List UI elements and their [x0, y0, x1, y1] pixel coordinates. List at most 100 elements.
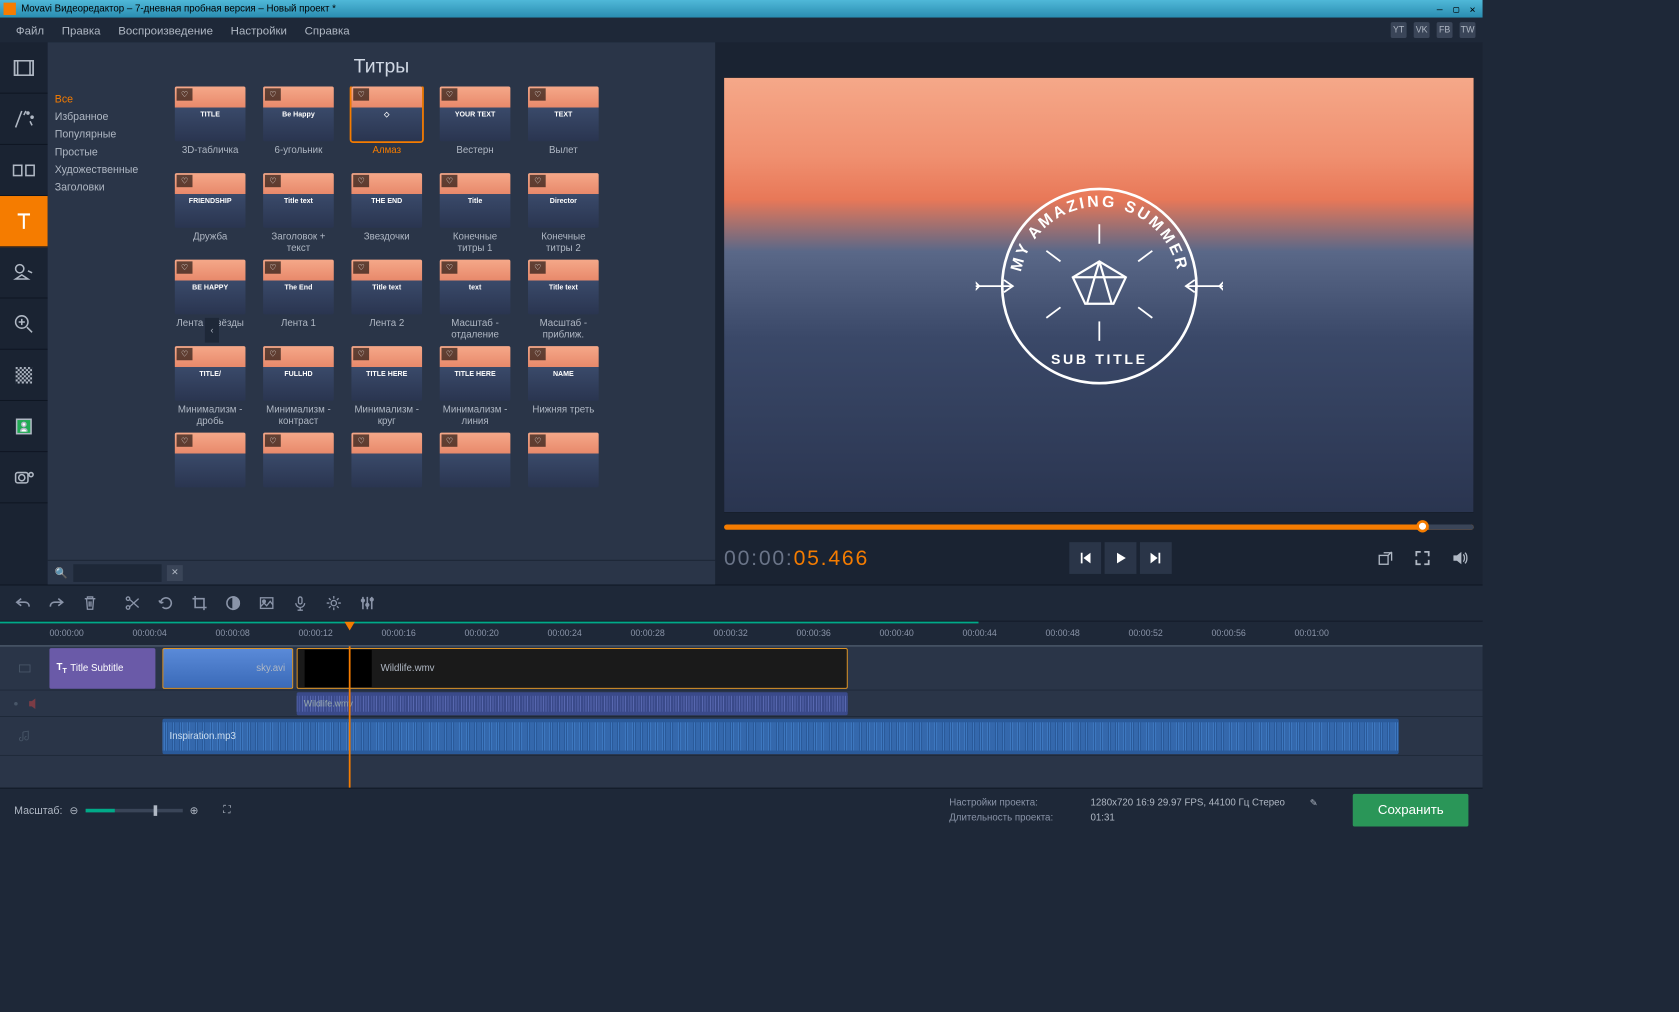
volume-icon[interactable] — [1445, 544, 1473, 572]
title-preset[interactable]: ♡ — [263, 433, 334, 514]
menu-help[interactable]: Справка — [296, 20, 359, 40]
fullscreen-icon[interactable] — [1408, 544, 1436, 572]
title-preset[interactable]: ♡Title textЛента 2 — [351, 260, 422, 341]
menu-file[interactable]: Файл — [7, 20, 53, 40]
tool-zoom[interactable] — [0, 298, 48, 349]
favorite-icon[interactable]: ♡ — [177, 261, 193, 273]
favorite-icon[interactable]: ♡ — [265, 88, 281, 100]
detach-icon[interactable] — [1371, 544, 1399, 572]
tool-media[interactable] — [0, 42, 48, 93]
cat-artistic[interactable]: Художественные — [55, 161, 163, 179]
split-button[interactable] — [117, 587, 149, 619]
cat-popular[interactable]: Популярные — [55, 125, 163, 143]
menu-settings[interactable]: Настройки — [222, 20, 296, 40]
favorite-icon[interactable]: ♡ — [265, 434, 281, 446]
title-preset[interactable]: ♡TitleКонечные титры 1 — [440, 173, 511, 254]
title-preset[interactable]: ♡Title textМасштаб - приближ. — [528, 260, 599, 341]
zoom-slider[interactable] — [85, 808, 182, 812]
social-fb-icon[interactable]: FB — [1437, 22, 1453, 38]
search-clear-icon[interactable]: ✕ — [167, 565, 183, 581]
video-clip-wildlife[interactable]: Wildlife.wmv — [297, 648, 848, 689]
collapse-categories-icon[interactable]: ‹ — [205, 318, 219, 343]
crop-button[interactable] — [184, 587, 216, 619]
favorite-icon[interactable]: ♡ — [353, 348, 369, 360]
edit-settings-icon[interactable]: ✎ — [1310, 797, 1318, 808]
cat-all[interactable]: Все — [55, 90, 163, 108]
redo-button[interactable] — [41, 587, 73, 619]
title-preset[interactable]: ♡TITLE HEREМинимализм - линия — [440, 346, 511, 427]
favorite-icon[interactable]: ♡ — [265, 261, 281, 273]
tool-highlight[interactable] — [0, 350, 48, 401]
tool-stickers[interactable] — [0, 247, 48, 298]
title-preset[interactable]: ♡ — [440, 433, 511, 514]
close-button[interactable]: ✕ — [1470, 3, 1476, 14]
next-button[interactable] — [1140, 542, 1172, 574]
undo-button[interactable] — [7, 587, 39, 619]
social-tw-icon[interactable]: TW — [1460, 22, 1476, 38]
linked-audio-track[interactable]: Wildlife.wmv — [0, 691, 1483, 717]
favorite-icon[interactable]: ♡ — [177, 88, 193, 100]
favorite-icon[interactable]: ♡ — [177, 434, 193, 446]
title-preset[interactable]: ♡ — [351, 433, 422, 514]
prev-button[interactable] — [1069, 542, 1101, 574]
title-preset[interactable]: ♡FULLHDМинимализм - контраст — [263, 346, 334, 427]
tool-transitions[interactable] — [0, 145, 48, 196]
tool-chroma[interactable] — [0, 401, 48, 452]
favorite-icon[interactable]: ♡ — [442, 434, 458, 446]
title-preset[interactable]: ♡FRIENDSHIPДружба — [175, 173, 246, 254]
favorite-icon[interactable]: ♡ — [353, 434, 369, 446]
title-preset[interactable]: ♡◇Алмаз — [351, 87, 422, 168]
cat-favorites[interactable]: Избранное — [55, 108, 163, 126]
save-button[interactable]: Сохранить — [1353, 794, 1468, 827]
title-preset[interactable]: ♡THE ENDЗвездочки — [351, 173, 422, 254]
title-preset[interactable]: ♡Be Happy6-угольник — [263, 87, 334, 168]
favorite-icon[interactable]: ♡ — [353, 88, 369, 100]
title-preset[interactable]: ♡Title textЗаголовок + текст — [263, 173, 334, 254]
social-vk-icon[interactable]: VK — [1414, 22, 1430, 38]
favorite-icon[interactable]: ♡ — [442, 88, 458, 100]
favorite-icon[interactable]: ♡ — [442, 261, 458, 273]
title-preset[interactable]: ♡YOUR TEXTВестерн — [440, 87, 511, 168]
playhead[interactable] — [349, 646, 351, 787]
title-preset[interactable]: ♡ — [528, 433, 599, 514]
preview-scrubber[interactable] — [724, 525, 1474, 534]
title-preset[interactable]: ♡TEXTВылет — [528, 87, 599, 168]
delete-button[interactable] — [74, 587, 106, 619]
maximize-button[interactable]: ▢ — [1453, 3, 1459, 14]
preview-area[interactable]: MY AMAZING SUMMER SUB TITLE — [724, 78, 1474, 512]
title-preset[interactable]: ♡DirectorКонечные титры 2 — [528, 173, 599, 254]
menu-playback[interactable]: Воспроизведение — [109, 20, 221, 40]
title-preset[interactable]: ♡The EndЛента 1 — [263, 260, 334, 341]
favorite-icon[interactable]: ♡ — [442, 175, 458, 187]
timeline-ruler[interactable]: 00:00:0000:00:0400:00:0800:00:1200:00:16… — [0, 622, 1483, 647]
scrub-handle[interactable] — [1416, 520, 1428, 532]
minimize-button[interactable]: — — [1437, 3, 1443, 14]
favorite-icon[interactable]: ♡ — [265, 348, 281, 360]
equalizer-button[interactable] — [351, 587, 383, 619]
title-track[interactable]: TT Title Subtitle sky.avi Wildlife.wmv — [0, 646, 1483, 690]
favorite-icon[interactable]: ♡ — [530, 261, 546, 273]
title-preset[interactable]: ♡TITLE HEREМинимализм - круг — [351, 346, 422, 427]
video-clip-sky[interactable]: sky.avi — [162, 648, 293, 689]
tool-titles[interactable] — [0, 196, 48, 247]
favorite-icon[interactable]: ♡ — [442, 348, 458, 360]
fit-icon[interactable]: ⛶ — [223, 804, 230, 817]
favorite-icon[interactable]: ♡ — [353, 261, 369, 273]
rotate-button[interactable] — [150, 587, 182, 619]
titles-search-input[interactable] — [73, 564, 161, 582]
clip-settings-button[interactable] — [318, 587, 350, 619]
audio-track[interactable]: Inspiration.mp3 — [0, 717, 1483, 756]
favorite-icon[interactable]: ♡ — [353, 175, 369, 187]
title-preset[interactable]: ♡ — [175, 433, 246, 514]
title-preset[interactable]: ♡NAMEНижняя треть — [528, 346, 599, 427]
favorite-icon[interactable]: ♡ — [530, 175, 546, 187]
zoom-in-icon[interactable]: ⊕ — [190, 804, 199, 816]
favorite-icon[interactable]: ♡ — [530, 434, 546, 446]
cat-headers[interactable]: Заголовки — [55, 178, 163, 196]
tool-record[interactable] — [0, 452, 48, 503]
linked-audio-clip[interactable]: Wildlife.wmv — [297, 692, 848, 715]
color-button[interactable] — [217, 587, 249, 619]
zoom-out-icon[interactable]: ⊖ — [69, 804, 78, 816]
title-preset[interactable]: ♡textМасштаб - отдаление — [440, 260, 511, 341]
favorite-icon[interactable]: ♡ — [177, 175, 193, 187]
